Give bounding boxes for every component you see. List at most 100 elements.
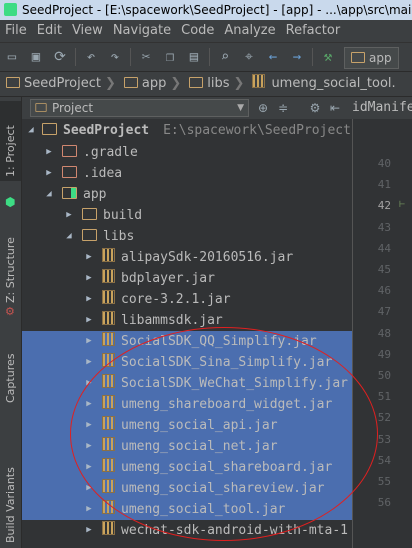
line-number: 51 (377, 390, 391, 404)
tree-item-jar[interactable]: ▶ umeng_social_tool.jar (22, 499, 352, 520)
breadcrumb-project[interactable]: SeedProject (0, 72, 103, 96)
sync-icon[interactable]: ⟳ (50, 47, 70, 67)
tree-item-jar[interactable]: ▶ umeng_social_shareview.jar (22, 478, 352, 499)
open-folder-icon[interactable]: ▭ (2, 47, 22, 67)
jar-icon (102, 332, 115, 346)
tree-item-jar[interactable]: ▶ alipaySdk-20160516.jar (22, 247, 352, 268)
root-path-label: E:\spacework\SeedProject (163, 123, 351, 138)
jar-icon (102, 500, 115, 514)
jar-icon (102, 521, 115, 535)
jar-icon (102, 290, 115, 304)
line-number: 53 (377, 432, 391, 446)
tree-root[interactable]: ◢ SeedProject E:\spacework\SeedProject (22, 120, 352, 141)
tree-item-label: wechat-sdk-android-with-mta-1 (121, 523, 348, 538)
undo-icon[interactable]: ↶ (81, 47, 101, 67)
tree-item-jar[interactable]: ▶ core-3.2.1.jar (22, 289, 352, 310)
back-icon[interactable]: ← (263, 47, 283, 67)
menu-navigate[interactable]: Navigate (108, 20, 176, 42)
cut-icon[interactable]: ✂ (136, 47, 156, 67)
project-tree[interactable]: ◢ SeedProject E:\spacework\SeedProject ▶.… (22, 119, 352, 548)
line-number: 56 (377, 496, 391, 510)
tree-item-jar[interactable]: ▶ SocialSDK_QQ_Simplify.jar (22, 331, 352, 352)
toolbar-divider (75, 48, 76, 66)
make-project-icon[interactable]: ⚒ (318, 47, 338, 67)
replace-icon[interactable]: ⌖ (239, 47, 259, 67)
chevron-down-icon: ▼ (237, 103, 244, 113)
android-studio-icon (4, 3, 17, 16)
tree-item-idea[interactable]: ▶ .idea (22, 163, 352, 184)
menu-analyze[interactable]: Analyze (219, 20, 280, 42)
tree-item-label: SocialSDK_QQ_Simplify.jar (121, 334, 317, 349)
menu-view[interactable]: View (67, 20, 108, 42)
tree-item-jar[interactable]: ▶ libammsdk.jar (22, 310, 352, 331)
jar-icon (102, 458, 115, 472)
breadcrumb-file[interactable]: umeng_social_tool. (246, 72, 397, 96)
menu-file[interactable]: File (0, 20, 32, 42)
tree-item-gradle[interactable]: ▶ .gradle (22, 142, 352, 163)
tree-item-app[interactable]: ◢ app (22, 184, 352, 205)
collapsed-arrow-icon: ▶ (86, 378, 92, 388)
tree-item-build[interactable]: ▶ build (22, 205, 352, 226)
breadcrumb-label: libs (207, 76, 230, 91)
collapsed-arrow-icon: ▶ (86, 462, 92, 472)
project-view-select[interactable]: Project ▼ (30, 99, 249, 117)
project-folder-icon (42, 123, 57, 135)
collapsed-arrow-icon: ▶ (46, 168, 52, 178)
tree-item-label: SocialSDK_Sina_Simplify.jar (121, 355, 333, 370)
run-configuration-label: app (369, 51, 392, 65)
line-number: 49 (377, 347, 391, 361)
collapse-all-icon[interactable]: ≑ (274, 99, 292, 117)
android-icon: ⬢ (5, 195, 16, 209)
gear-icon[interactable]: ⚙ (306, 99, 324, 117)
collapsed-arrow-icon: ▶ (86, 441, 92, 451)
redo-icon[interactable]: ↷ (105, 47, 125, 67)
line-number: 44 (377, 241, 391, 255)
editor-tab[interactable]: idManife (352, 97, 412, 119)
breadcrumb-libs[interactable]: libs (183, 72, 231, 96)
toolbar-divider (209, 48, 210, 66)
tree-item-jar[interactable]: ▶ bdplayer.jar (22, 268, 352, 289)
paste-icon[interactable]: ▤ (184, 47, 204, 67)
project-panel-header: Project ▼ ⊕ ≑ ⚙ ⇤ (22, 97, 352, 120)
tab-structure[interactable]: Z: Structure (0, 215, 21, 305)
jar-icon (102, 479, 115, 493)
tree-item-label: app (83, 187, 107, 202)
copy-icon[interactable]: ❐ (160, 47, 180, 67)
tree-item-label: build (103, 208, 143, 223)
folder-icon (82, 208, 97, 220)
tree-item-label: .gradle (83, 145, 138, 160)
menu-code[interactable]: Code (176, 20, 219, 42)
collapsed-arrow-icon: ▶ (86, 294, 92, 304)
expanded-arrow-icon: ◢ (28, 125, 34, 135)
tree-item-jar[interactable]: ▶ umeng_shareboard_widget.jar (22, 394, 352, 415)
forward-icon[interactable]: → (287, 47, 307, 67)
menu-refactor[interactable]: Refactor (281, 20, 346, 42)
expanded-arrow-icon: ◢ (46, 189, 52, 199)
toolbar-divider (130, 48, 131, 66)
breadcrumb-app[interactable]: app (118, 72, 168, 96)
tree-item-jar[interactable]: ▶ umeng_social_api.jar (22, 415, 352, 436)
collapsed-arrow-icon: ▶ (46, 147, 52, 157)
tree-item-libs[interactable]: ◢ libs (22, 226, 352, 247)
menu-edit[interactable]: Edit (32, 20, 67, 42)
hide-panel-icon[interactable]: ⇤ (326, 99, 344, 117)
tab-captures[interactable]: Captures (0, 337, 21, 407)
tree-item-jar[interactable]: ▶ SocialSDK_WeChat_Simplify.jar (22, 373, 352, 394)
tree-item-label: bdplayer.jar (121, 271, 215, 286)
tab-build-variants[interactable]: Build Variants (0, 435, 21, 545)
tab-project-label: 1: Project (4, 125, 17, 177)
tree-item-jar[interactable]: ▶ umeng_social_shareboard.jar (22, 457, 352, 478)
tab-project[interactable]: 1: Project (0, 101, 21, 181)
chevron-right-icon: ❯ (170, 76, 182, 91)
find-icon[interactable]: ⌕ (215, 47, 235, 67)
breadcrumb-label: umeng_social_tool. (271, 76, 396, 91)
save-icon[interactable]: ▣ (26, 47, 46, 67)
tab-structure-label: Z: Structure (4, 237, 17, 303)
editor-tab-label: idManife (352, 100, 412, 115)
run-configuration-select[interactable]: app (344, 47, 399, 69)
scroll-from-source-icon[interactable]: ⊕ (254, 99, 272, 117)
tree-item-jar[interactable]: ▶ umeng_social_net.jar (22, 436, 352, 457)
tree-item-jar[interactable]: ▶ SocialSDK_Sina_Simplify.jar (22, 352, 352, 373)
tree-item-jar[interactable]: ▶ wechat-sdk-android-with-mta-1 (22, 520, 352, 541)
project-view-label: Project (52, 101, 94, 115)
